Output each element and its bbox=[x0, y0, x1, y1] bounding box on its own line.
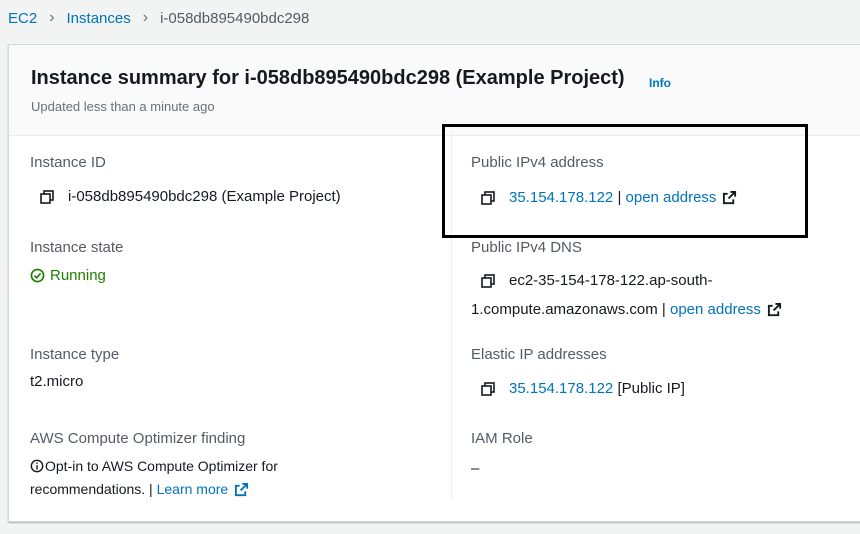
instance-summary-panel: Instance summary for i-058db895490bdc298… bbox=[8, 44, 860, 522]
instance-id-value: i-058db895490bdc298 (Example Project) bbox=[40, 188, 341, 205]
copy-icon[interactable] bbox=[481, 273, 495, 288]
updated-subtitle: Updated less than a minute ago bbox=[31, 99, 215, 114]
breadcrumb-current: i-058db895490bdc298 bbox=[160, 9, 310, 27]
optimizer-text-2: recommendations. bbox=[30, 481, 146, 497]
optimizer-line1: Opt-in to AWS Compute Optimizer for bbox=[30, 458, 278, 474]
chevron-right-icon: › bbox=[142, 9, 149, 26]
external-link-icon[interactable] bbox=[767, 302, 782, 317]
column-divider bbox=[451, 130, 452, 500]
instance-type-value: t2.micro bbox=[30, 373, 84, 390]
breadcrumb-ec2[interactable]: EC2 bbox=[8, 10, 37, 27]
external-link-icon[interactable] bbox=[234, 482, 249, 497]
breadcrumb: EC2 › Instances › i-058db895490bdc298 bbox=[8, 6, 309, 30]
public-dns-label: Public IPv4 DNS bbox=[471, 239, 582, 256]
info-circle-icon bbox=[30, 459, 44, 473]
running-status: Running bbox=[50, 267, 106, 284]
instance-type-label: Instance type bbox=[30, 346, 120, 363]
copy-icon[interactable] bbox=[40, 189, 54, 204]
learn-more-link[interactable]: Learn more bbox=[157, 481, 229, 497]
instance-id-text: i-058db895490bdc298 (Example Project) bbox=[68, 188, 341, 205]
page-title: Instance summary for i-058db895490bdc298… bbox=[31, 67, 625, 89]
optimizer-line2: recommendations. | Learn more bbox=[30, 481, 249, 497]
public-dns-text: ec2-35-154-178-122.ap-south- bbox=[509, 272, 713, 289]
iam-role-label: IAM Role bbox=[471, 430, 533, 447]
open-address-link[interactable]: open address bbox=[670, 301, 761, 318]
separator: | bbox=[657, 301, 670, 318]
external-link-icon[interactable] bbox=[722, 190, 737, 205]
public-dns-line1: ec2-35-154-178-122.ap-south- bbox=[481, 272, 712, 289]
info-link[interactable]: Info bbox=[649, 76, 671, 90]
separator: | bbox=[145, 481, 157, 497]
elastic-ip-link[interactable]: 35.154.178.122 bbox=[509, 380, 613, 397]
public-dns-text-2: 1.compute.amazonaws.com bbox=[471, 301, 658, 318]
instance-state-label: Instance state bbox=[30, 239, 124, 256]
chevron-right-icon: › bbox=[49, 9, 55, 26]
optimizer-label: AWS Compute Optimizer finding bbox=[30, 430, 246, 447]
elastic-ip-value: 35.154.178.122 [Public IP] bbox=[481, 380, 685, 397]
breadcrumb-instances[interactable]: Instances bbox=[67, 10, 131, 27]
instance-id-label: Instance ID bbox=[30, 154, 106, 171]
optimizer-text: Opt-in to AWS Compute Optimizer for bbox=[45, 458, 278, 474]
elastic-ip-suffix: [Public IP] bbox=[613, 380, 685, 397]
panel-header: Instance summary for i-058db895490bdc298… bbox=[9, 45, 860, 136]
public-ipv4-link[interactable]: 35.154.178.122 bbox=[509, 189, 613, 206]
copy-icon[interactable] bbox=[481, 190, 495, 205]
open-address-link[interactable]: open address bbox=[626, 189, 717, 206]
instance-state-value: Running bbox=[30, 267, 106, 284]
check-circle-icon bbox=[30, 268, 45, 283]
public-ipv4-value: 35.154.178.122 | open address bbox=[481, 189, 737, 206]
public-dns-line2: 1.compute.amazonaws.com | open address bbox=[471, 301, 782, 318]
copy-icon[interactable] bbox=[481, 381, 495, 396]
iam-role-value: – bbox=[471, 460, 480, 477]
separator: | bbox=[613, 189, 626, 206]
elastic-ip-label: Elastic IP addresses bbox=[471, 346, 607, 363]
public-ipv4-label: Public IPv4 address bbox=[471, 154, 604, 171]
